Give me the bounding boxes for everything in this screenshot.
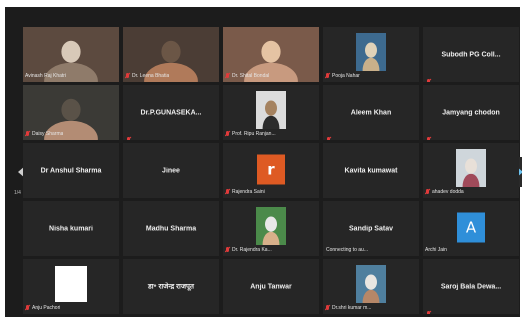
participant-photo	[256, 90, 286, 129]
name-label: Dr. Rajendra Ka...	[225, 246, 317, 254]
participant-name: Dr Anshul Sharma	[40, 167, 102, 174]
name-label: Avinash Raj Khatri	[25, 72, 117, 80]
participant-tile[interactable]: Pooja Nahar	[323, 27, 419, 82]
person-head	[265, 100, 277, 116]
participant-tile[interactable]: Saroj Bala Dewa...	[423, 259, 519, 314]
name-label: Dr.shri kumar m...	[325, 304, 417, 312]
participant-tile[interactable]: Prof. Ripu Ranjan...	[223, 85, 319, 140]
participant-tile[interactable]: A Archi Jain	[423, 201, 519, 256]
participant-name: Avinash Raj Khatri	[25, 73, 67, 79]
status-text: Connecting to au...	[326, 247, 368, 253]
participant-name: Madhu Sharma	[145, 225, 197, 232]
participant-name: Prof. Ripu Ranjan...	[232, 131, 276, 137]
participant-name: Sandip Satav	[349, 225, 393, 232]
muted-mic-icon	[325, 305, 330, 311]
participant-tile[interactable]: Jamyang chodon	[423, 85, 519, 140]
participant-tile[interactable]: ahadev dodda	[423, 143, 519, 198]
participant-name: ahadev dodda	[432, 189, 464, 195]
name-label: ahadev dodda	[425, 188, 517, 196]
participant-tile[interactable]: Aleem Khan	[323, 85, 419, 140]
participant-grid: Avinash Raj Khatri Dr. Leena Bhatia Dr. Sh…	[23, 27, 519, 314]
participant-photo	[256, 206, 286, 245]
participant-name: Kavita kumawat	[344, 167, 398, 174]
muted-mic-icon	[225, 73, 230, 79]
participant-name: Pooja Nahar	[332, 73, 360, 79]
name-label: Daisy Sharma	[25, 130, 117, 138]
participant-name: Aleem Khan	[350, 109, 392, 116]
participant-tile[interactable]: डा॰ राजेन्द्र राजपूत	[123, 259, 219, 314]
participant-name: Dr.shri kumar m...	[332, 305, 372, 311]
participant-tile[interactable]: Nisha kumari	[23, 201, 119, 256]
participant-tile[interactable]: Madhu Sharma	[123, 201, 219, 256]
name-label: Rajendra Saini	[225, 188, 317, 196]
person-head	[365, 42, 377, 58]
name-label: Dr. Leena Bhatia	[125, 72, 217, 80]
page-indicator: 1/4	[14, 190, 21, 196]
participant-name: Dr. Shital Bondal	[232, 73, 270, 79]
participant-name: Subodh PG Coll...	[441, 51, 501, 58]
participant-tile[interactable]: Dr. Shital Bondal	[223, 27, 319, 82]
participant-name: डा॰ राजेन्द्र राजपूत	[147, 283, 194, 290]
participant-tile[interactable]: Subodh PG Coll...	[423, 27, 519, 82]
person-head	[265, 216, 277, 232]
participant-name: Nisha kumari	[49, 225, 93, 232]
connection-status: Connecting to au...	[326, 246, 417, 254]
meeting-window: 1/4 Avinash Raj Khatri Dr. Leena Bhatia Dr…	[5, 7, 522, 317]
participant-name: Dr. Leena Bhatia	[132, 73, 170, 79]
participant-tile[interactable]: Avinash Raj Khatri	[23, 27, 119, 82]
name-label: Archi Jain	[425, 246, 517, 254]
participant-name: Dr.P.GUNASEKA...	[140, 109, 202, 116]
participant-photo	[356, 32, 386, 71]
participant-tile[interactable]: Dr Anshul Sharma	[23, 143, 119, 198]
name-label: Dr. Shital Bondal	[225, 72, 317, 80]
participant-tile[interactable]: Kavita kumawat	[323, 143, 419, 198]
participant-name: Jinee	[162, 167, 180, 174]
person-head	[261, 40, 281, 63]
person-head	[61, 98, 81, 121]
participant-tile[interactable]: Daisy Sharma	[23, 85, 119, 140]
person-head	[365, 274, 377, 290]
participant-tile[interactable]: Anju Pachori	[23, 259, 119, 314]
muted-mic-icon	[125, 73, 130, 79]
muted-mic-icon	[325, 73, 330, 79]
participant-tile[interactable]: Anju Tanwar	[223, 259, 319, 314]
muted-mic-icon	[225, 189, 230, 195]
participant-photo	[356, 264, 386, 303]
participant-name: Saroj Bala Dewa...	[440, 283, 502, 290]
participant-tile[interactable]: Dr. Rajendra Ka...	[223, 201, 319, 256]
name-label: Prof. Ripu Ranjan...	[225, 130, 317, 138]
participant-tile[interactable]: Dr. Leena Bhatia	[123, 27, 219, 82]
name-label: Pooja Nahar	[325, 72, 417, 80]
participant-name: Anju Pachori	[32, 305, 61, 311]
muted-mic-icon	[425, 189, 430, 195]
participant-photo	[55, 265, 87, 302]
muted-mic-icon	[225, 247, 230, 253]
avatar-initial: r	[257, 154, 285, 184]
muted-mic-icon	[25, 305, 30, 311]
participant-tile[interactable]: r Rajendra Saini	[223, 143, 319, 198]
participant-name: Daisy Sharma	[32, 131, 64, 137]
participant-tile[interactable]: Sandip Satav Connecting to au...	[323, 201, 419, 256]
participant-tile[interactable]: Dr.shri kumar m...	[323, 259, 419, 314]
participant-name: Rajendra Saini	[232, 189, 265, 195]
participant-name: Anju Tanwar	[250, 283, 292, 290]
person-head	[61, 40, 81, 63]
muted-mic-icon	[225, 131, 230, 137]
participant-name: Jamyang chodon	[442, 109, 500, 116]
participant-tile[interactable]: Jinee	[123, 143, 219, 198]
participant-photo	[456, 148, 486, 187]
participant-tile[interactable]: Dr.P.GUNASEKA...	[123, 85, 219, 140]
person-head	[161, 40, 181, 63]
name-label: Anju Pachori	[25, 304, 117, 312]
participant-name: Dr. Rajendra Ka...	[232, 247, 272, 253]
muted-mic-icon	[25, 131, 30, 137]
person-head	[465, 158, 477, 174]
avatar-initial: A	[457, 212, 485, 242]
participant-name: Archi Jain	[425, 247, 447, 253]
